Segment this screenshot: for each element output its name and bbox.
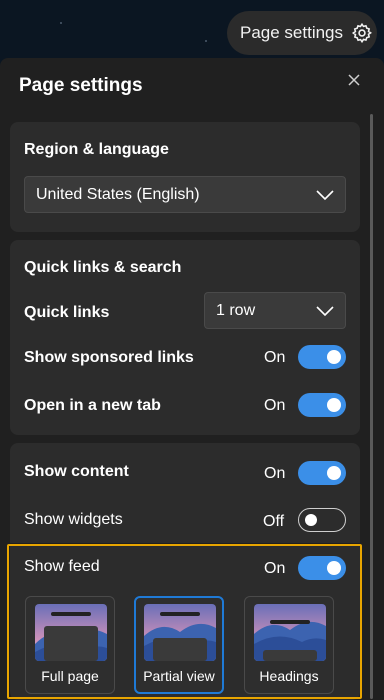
region-language-value: United States (English) (36, 185, 200, 203)
show-widgets-label: Show widgets (24, 511, 123, 528)
headings-thumbnail (254, 604, 326, 661)
quick-links-search-heading: Quick links & search (24, 259, 182, 276)
region-language-select[interactable]: United States (English) (24, 176, 346, 213)
page-settings-button-label: Page settings (240, 23, 344, 42)
partial-view-label: Partial view (143, 668, 215, 684)
headings-label: Headings (259, 668, 319, 684)
page-settings-button[interactable]: Page settings (227, 11, 377, 55)
toggle-knob (327, 350, 341, 364)
sponsored-links-label: Show sponsored links (24, 349, 194, 366)
show-feed-label: Show feed (24, 558, 100, 575)
region-language-heading: Region & language (24, 141, 169, 158)
show-content-toggle[interactable] (298, 461, 346, 485)
panel-title: Page settings (19, 75, 143, 96)
region-language-card: Region & language United States (English… (10, 122, 360, 232)
show-feed-state: On (264, 560, 286, 577)
gear-icon (351, 22, 373, 44)
full-page-thumbnail (35, 604, 107, 661)
new-tab-toggle[interactable] (298, 393, 346, 417)
sponsored-links-toggle[interactable] (298, 345, 346, 369)
partial-view-thumbnail (144, 604, 216, 661)
layout-option-full-page[interactable]: Full page (25, 596, 115, 694)
show-content-label: Show content (24, 463, 129, 480)
background-star (60, 22, 62, 24)
background-star (205, 40, 207, 42)
toggle-knob (327, 398, 341, 412)
new-tab-state: On (264, 397, 286, 414)
scrollbar[interactable] (370, 114, 373, 699)
layout-option-headings[interactable]: Headings (244, 596, 334, 694)
quick-links-value: 1 row (216, 301, 256, 319)
close-icon (348, 74, 360, 86)
quick-links-label: Quick links (24, 304, 110, 321)
full-page-label: Full page (41, 668, 99, 684)
chevron-down-icon (316, 306, 334, 317)
quick-links-select[interactable]: 1 row (204, 292, 346, 329)
chevron-down-icon (316, 190, 334, 201)
quick-links-card: Quick links & search Quick links 1 row S… (10, 240, 360, 435)
show-widgets-state: Off (263, 513, 285, 530)
sponsored-links-state: On (264, 349, 286, 366)
toggle-knob (327, 466, 341, 480)
show-content-state: On (264, 465, 286, 482)
show-feed-toggle[interactable] (298, 556, 346, 580)
toggle-knob (327, 561, 341, 575)
close-button[interactable] (344, 70, 364, 90)
divider (10, 543, 360, 544)
toggle-knob (305, 514, 317, 526)
show-widgets-toggle[interactable] (298, 508, 346, 532)
layout-option-partial-view[interactable]: Partial view (134, 596, 224, 694)
new-tab-label: Open in a new tab (24, 397, 161, 414)
